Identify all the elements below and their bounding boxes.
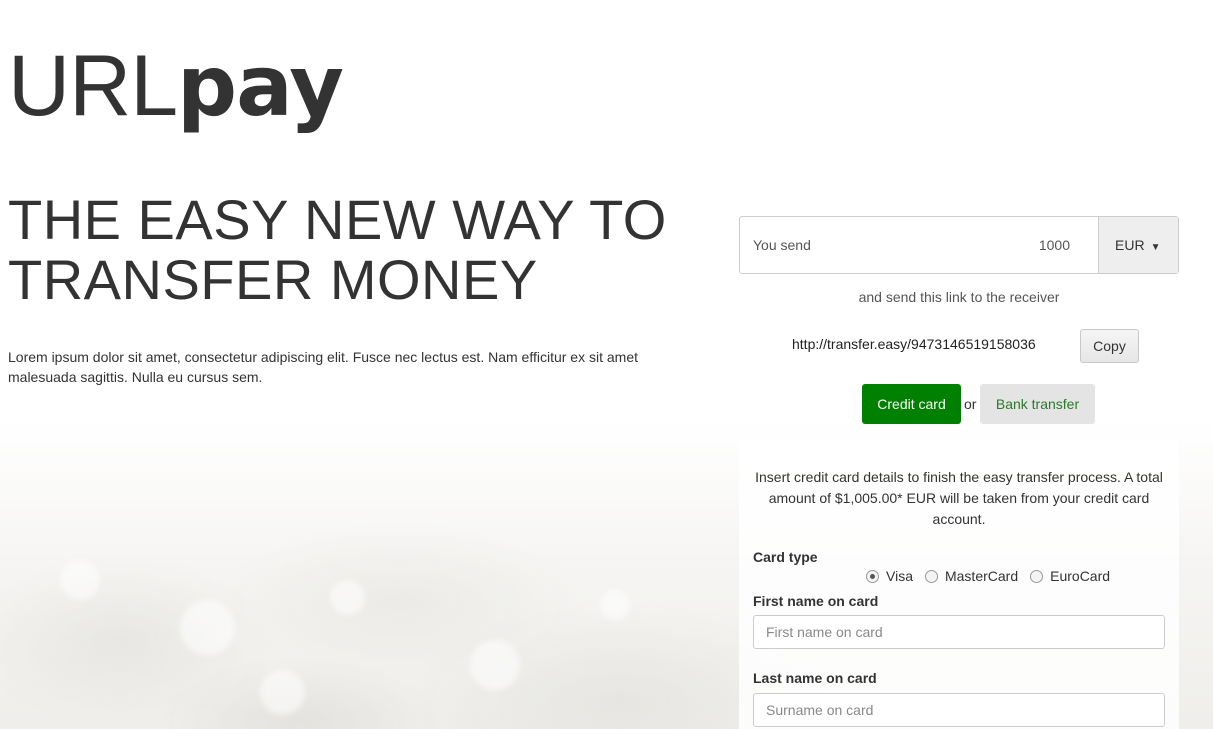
- brand-logo[interactable]: URLpay: [8, 36, 344, 136]
- radio-unchecked-icon[interactable]: [924, 569, 938, 583]
- transfer-link[interactable]: http://transfer.easy/9473146519158036: [792, 336, 1036, 352]
- last-name-input[interactable]: [753, 693, 1165, 727]
- last-name-label: Last name on card: [753, 670, 877, 686]
- radio-unchecked-icon[interactable]: [1030, 569, 1044, 583]
- first-name-label: First name on card: [753, 593, 879, 609]
- caret-down-icon: ▼: [1150, 242, 1161, 253]
- send-link-note: and send this link to the receiver: [858, 289, 1060, 305]
- copy-link-button[interactable]: Copy: [1080, 329, 1139, 363]
- background-bokeh: [180, 600, 235, 655]
- background-bokeh: [260, 670, 305, 715]
- card-type-eurocard[interactable]: EuroCard: [1030, 568, 1110, 584]
- background-bokeh: [600, 590, 630, 620]
- send-amount-label: You send: [753, 237, 811, 253]
- card-form-info: Insert credit card details to finish the…: [755, 469, 1163, 527]
- or-separator: or: [964, 396, 977, 412]
- background-bokeh: [60, 560, 100, 600]
- radio-checked-icon[interactable]: [866, 569, 879, 583]
- card-type-visa-label: Visa: [886, 568, 913, 584]
- card-type-label: Card type: [753, 549, 818, 565]
- card-type-eurocard-label: EuroCard: [1050, 568, 1111, 584]
- credit-card-form: Insert credit card details to finish the…: [739, 440, 1179, 729]
- card-type-visa[interactable]: Visa: [866, 568, 913, 584]
- card-type-mastercard-label: MasterCard: [944, 568, 1019, 584]
- send-amount-input[interactable]: 1000: [1039, 217, 1098, 273]
- bank-transfer-button[interactable]: Bank transfer: [980, 384, 1095, 424]
- brand-logo-light: URL: [8, 38, 178, 134]
- card-type-radio-group: Visa MasterCard EuroCard: [866, 568, 1122, 584]
- hero-intro: Lorem ipsum dolor sit amet, consectetur …: [8, 349, 638, 385]
- hero-headline-line1: THE EASY NEW WAY TO: [8, 188, 667, 251]
- card-type-mastercard[interactable]: MasterCard: [924, 568, 1019, 584]
- hero-headline: THE EASY NEW WAY TO TRANSFER MONEY: [8, 190, 688, 310]
- currency-value: EUR: [1115, 237, 1145, 253]
- background-bokeh: [470, 640, 520, 690]
- credit-card-button[interactable]: Credit card: [862, 384, 961, 424]
- background-bokeh: [330, 580, 365, 615]
- first-name-input[interactable]: [753, 615, 1165, 649]
- hero-headline-line2: TRANSFER MONEY: [8, 248, 538, 311]
- brand-logo-bold: pay: [177, 37, 344, 135]
- amount-input-group: You send 1000 EUR ▼: [739, 216, 1179, 274]
- currency-dropdown[interactable]: EUR ▼: [1098, 217, 1178, 273]
